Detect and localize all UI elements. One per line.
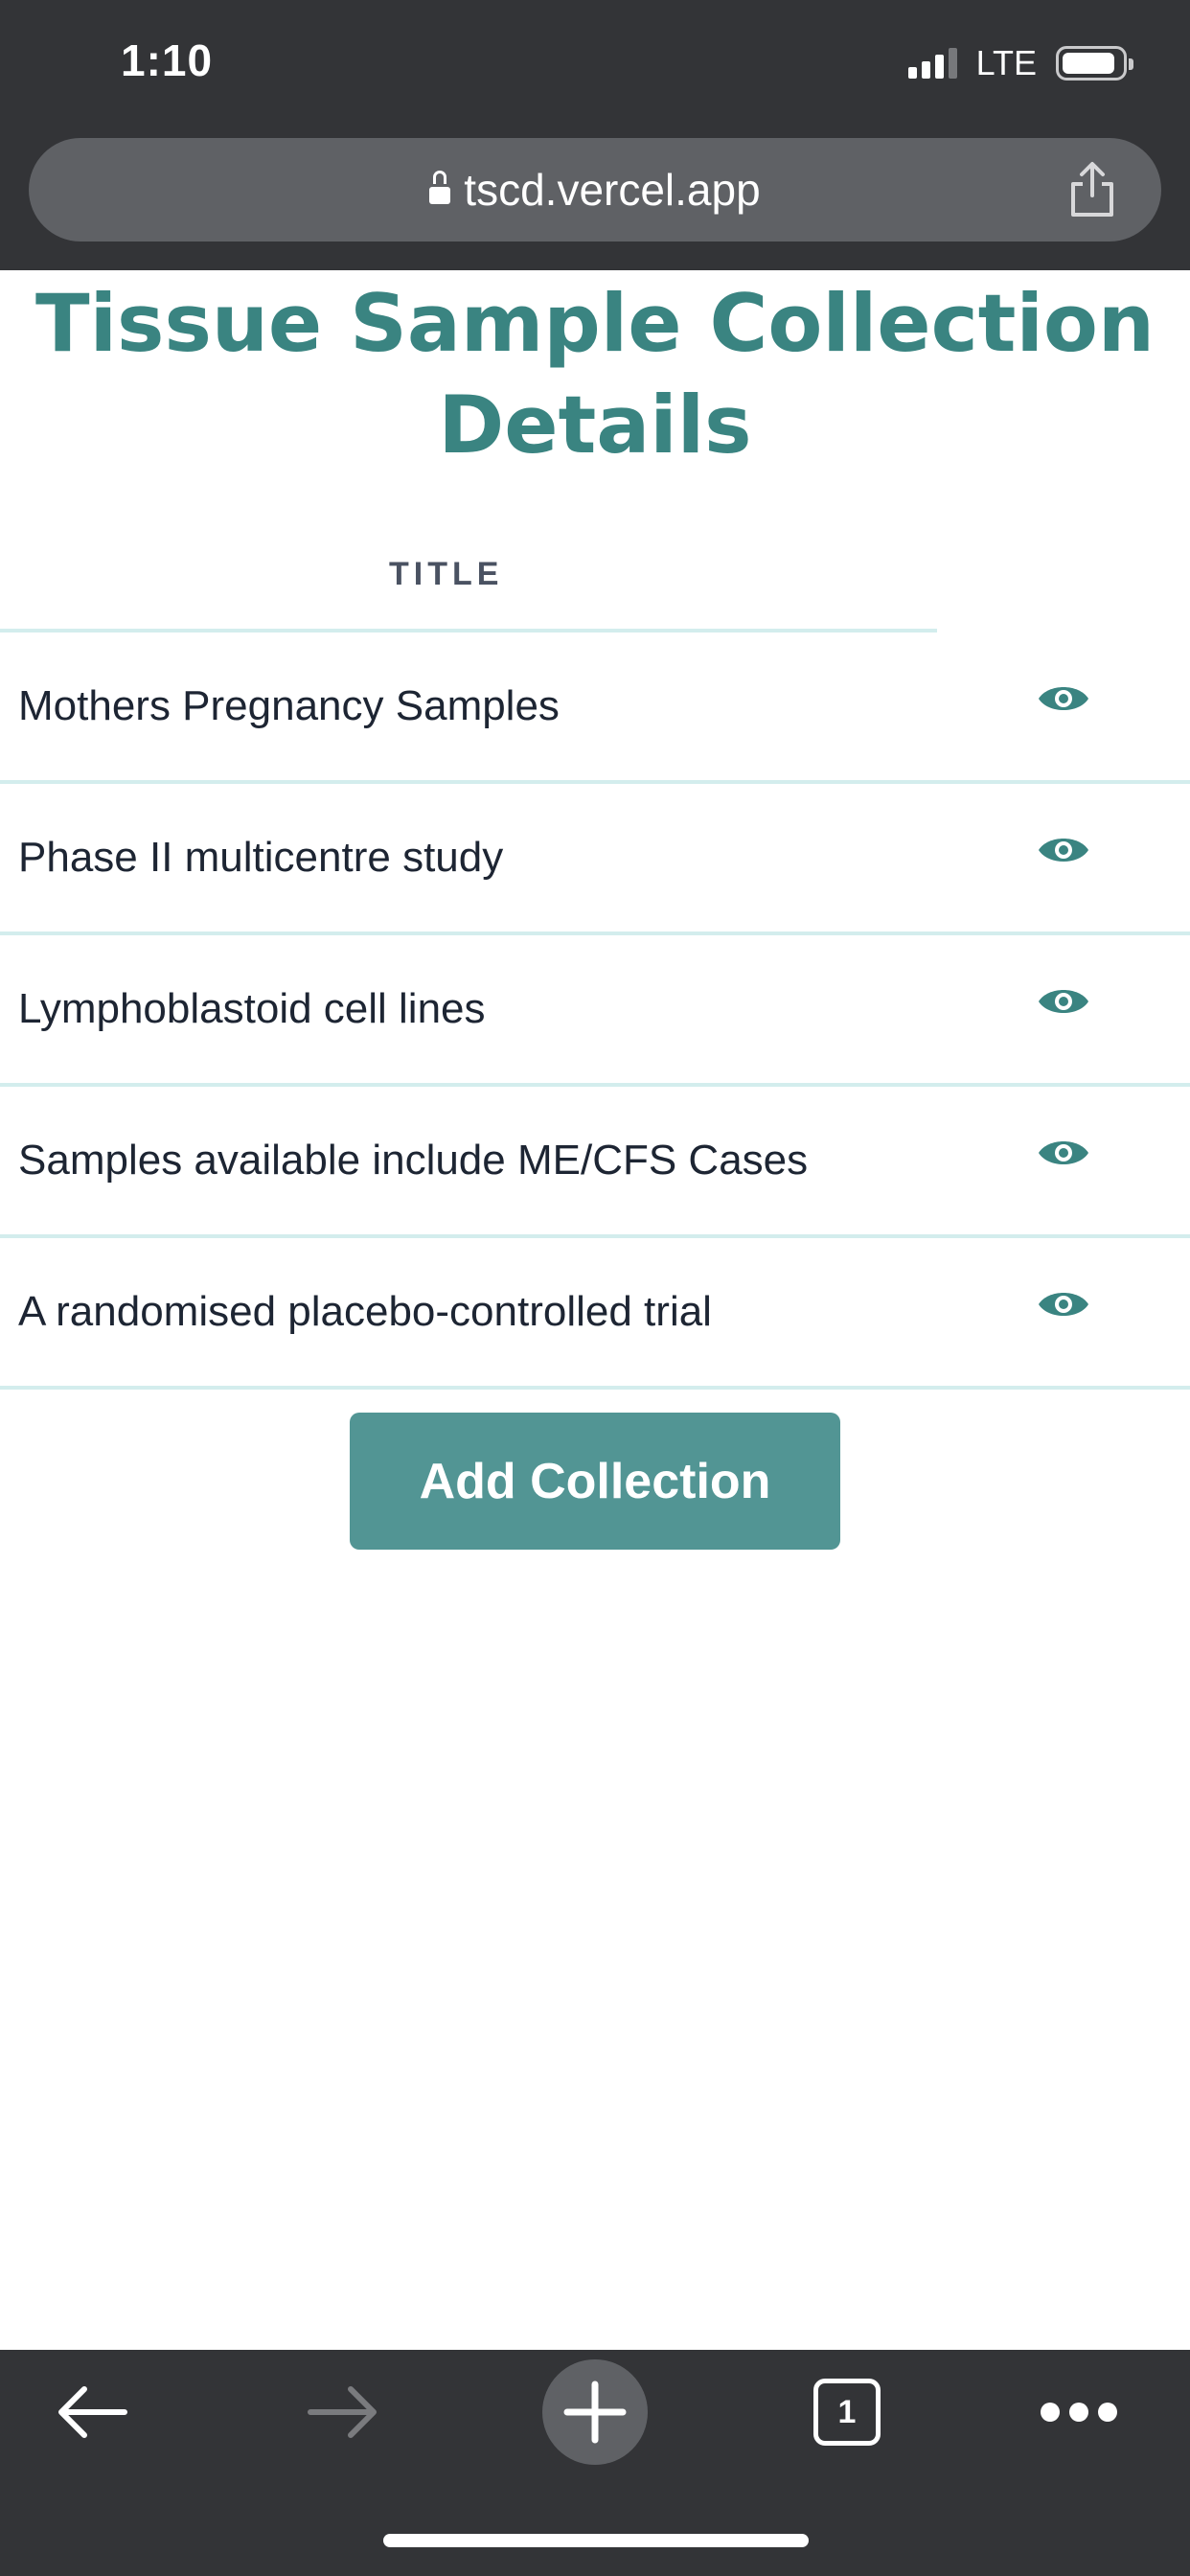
back-button[interactable] xyxy=(54,2350,130,2474)
tab-count: 1 xyxy=(837,2393,857,2430)
browser-top-chrome: 1:10 LTE tscd.vercel.app xyxy=(0,0,1190,270)
tabs-icon: 1 xyxy=(813,2379,881,2446)
arrow-right-icon xyxy=(308,2386,377,2438)
plus-icon xyxy=(563,2380,627,2444)
add-collection-button[interactable]: Add Collection xyxy=(350,1413,840,1550)
eye-icon[interactable] xyxy=(1037,832,1090,868)
arrow-left-icon xyxy=(58,2386,127,2438)
eye-icon[interactable] xyxy=(1037,680,1090,717)
eye-icon[interactable] xyxy=(1037,1135,1090,1171)
status-time: 1:10 xyxy=(121,35,214,85)
row-title: Phase II multicentre study xyxy=(18,834,504,881)
table-row: A randomised placebo-controlled trial xyxy=(0,1238,1190,1390)
eye-icon[interactable] xyxy=(1037,983,1090,1020)
share-icon[interactable] xyxy=(1065,161,1119,218)
table-header: TITLE xyxy=(0,550,937,632)
table-row: Phase II multicentre study xyxy=(0,784,1190,935)
row-title: Lymphoblastoid cell lines xyxy=(18,985,486,1032)
home-indicator[interactable] xyxy=(383,2534,809,2547)
more-dots-icon xyxy=(1041,2403,1060,2422)
battery-icon xyxy=(1056,46,1133,80)
status-indicators: LTE xyxy=(907,43,1133,82)
url-text[interactable]: tscd.vercel.app xyxy=(464,164,760,216)
network-label: LTE xyxy=(975,43,1037,82)
more-menu-button[interactable] xyxy=(1037,2350,1121,2474)
address-bar[interactable]: tscd.vercel.app xyxy=(29,138,1161,242)
forward-button[interactable] xyxy=(305,2350,381,2474)
eye-icon[interactable] xyxy=(1037,1286,1090,1322)
row-title: Mothers Pregnancy Samples xyxy=(18,682,560,729)
signal-icon xyxy=(907,48,957,79)
lock-icon xyxy=(429,171,451,204)
new-tab-button[interactable] xyxy=(542,2359,648,2465)
row-title: Samples available include ME/CFS Cases xyxy=(18,1137,809,1184)
table-row: Samples available include ME/CFS Cases xyxy=(0,1087,1190,1238)
collections-table: Mothers Pregnancy Samples Phase II multi… xyxy=(0,632,1190,1390)
table-row: Lymphoblastoid cell lines xyxy=(0,935,1190,1087)
row-title: A randomised placebo-controlled trial xyxy=(18,1288,712,1335)
page-title: Tissue Sample Collection Details xyxy=(34,277,1156,472)
tabs-button[interactable]: 1 xyxy=(812,2350,881,2474)
table-row: Mothers Pregnancy Samples xyxy=(0,632,1190,784)
column-header-title: TITLE xyxy=(389,556,504,592)
